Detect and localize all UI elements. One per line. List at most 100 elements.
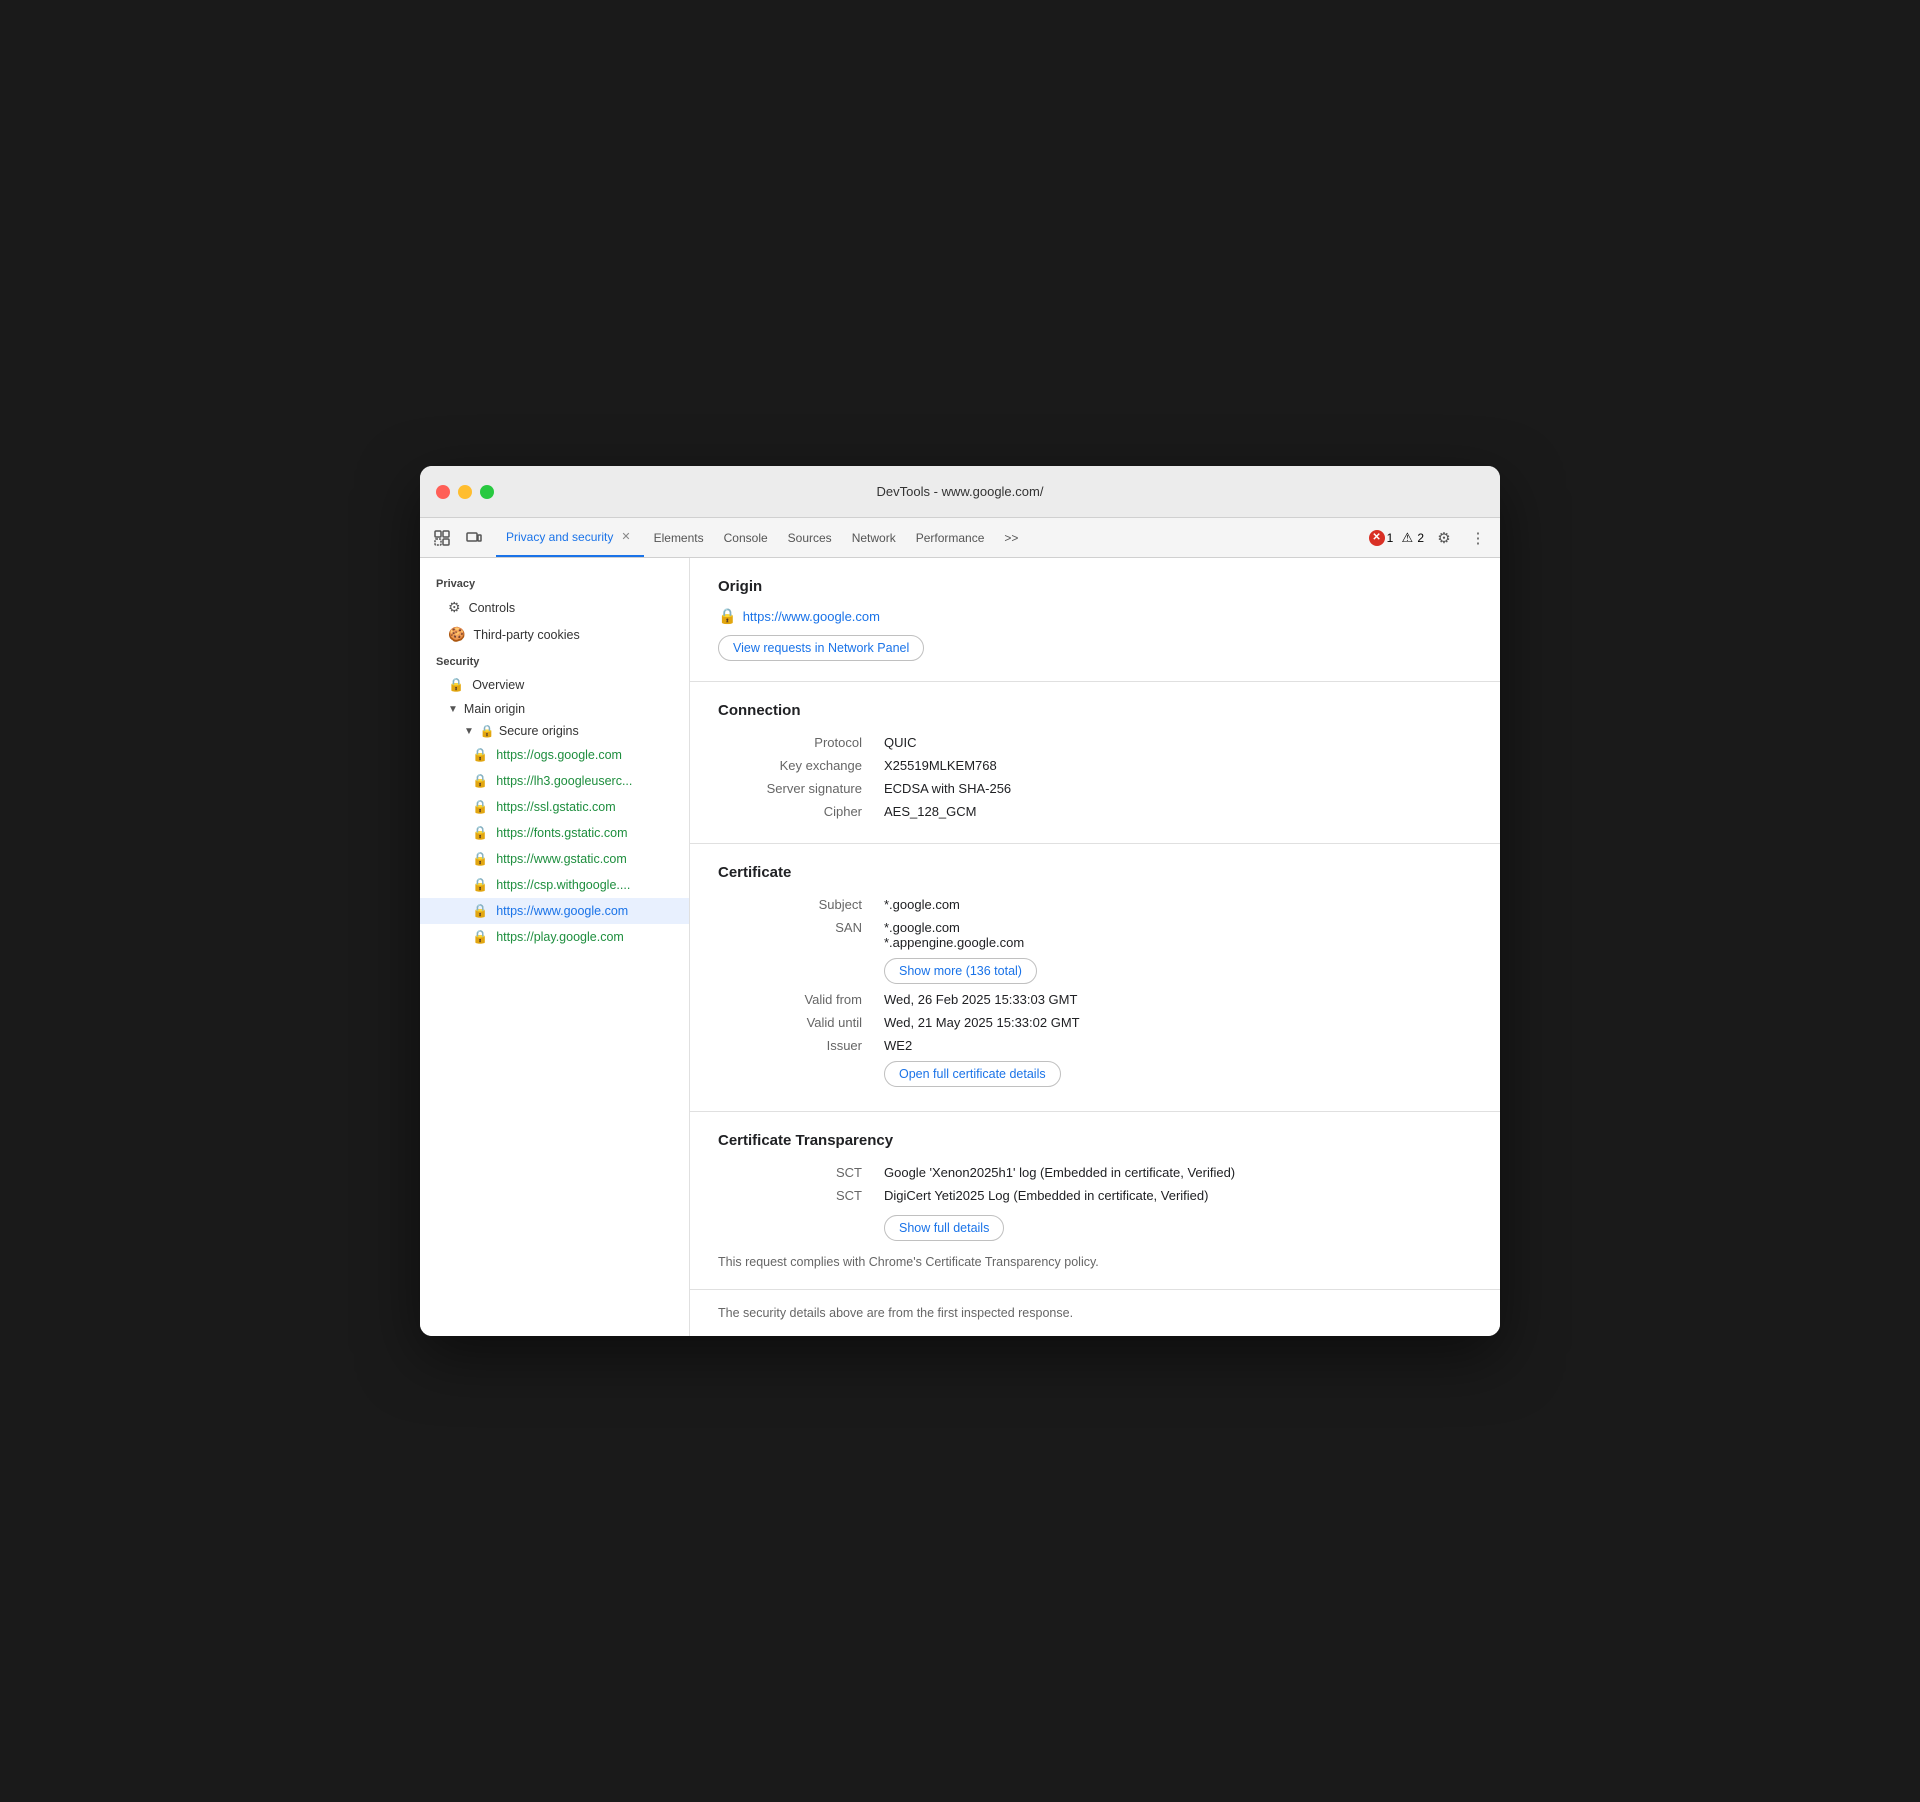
connection-title: Connection	[718, 702, 1472, 719]
tab-bar-tools	[428, 518, 496, 557]
secure-origins-lock-icon: 🔒	[480, 724, 495, 738]
tab-more[interactable]: >>	[994, 518, 1028, 557]
cipher-label: Cipher	[718, 800, 878, 823]
view-requests-button[interactable]: View requests in Network Panel	[718, 635, 924, 661]
server-signature-value: ECDSA with SHA-256	[878, 777, 1472, 800]
sct1-value: Google 'Xenon2025h1' log (Embedded in ce…	[878, 1161, 1472, 1184]
sidebar: Privacy ⚙ Controls 🍪 Third-party cookies…	[420, 558, 690, 1336]
warning-count: 2	[1417, 531, 1424, 545]
show-full-details-cell: Show full details	[878, 1207, 1472, 1245]
sidebar-item-overview[interactable]: 🔒 Overview	[420, 672, 689, 698]
origin-lock-icon: 🔒	[718, 607, 737, 625]
close-button[interactable]	[436, 485, 450, 499]
sidebar-origin-6[interactable]: 🔒 https://www.google.com	[420, 898, 689, 924]
sidebar-origin-5[interactable]: 🔒 https://csp.withgoogle....	[420, 872, 689, 898]
subject-value: *.google.com	[878, 893, 1472, 916]
privacy-section-label: Privacy	[420, 570, 689, 594]
tab-label: Performance	[916, 531, 985, 545]
cipher-row: Cipher AES_128_GCM	[718, 800, 1472, 823]
error-badge[interactable]: ✕ 1	[1369, 530, 1394, 546]
issuer-row: Issuer WE2 Open full certificate details	[718, 1034, 1472, 1091]
tab-label: Elements	[654, 531, 704, 545]
show-full-details-button[interactable]: Show full details	[884, 1215, 1004, 1241]
san-value2-text: *.appengine.google.com	[884, 935, 1466, 950]
tab-performance[interactable]: Performance	[906, 518, 995, 557]
issuer-value-text: WE2	[884, 1038, 1466, 1053]
origin-url-3: https://fonts.gstatic.com	[496, 826, 627, 840]
security-section-label: Security	[420, 648, 689, 672]
sidebar-origin-0[interactable]: 🔒 https://ogs.google.com	[420, 742, 689, 768]
tab-label: Network	[852, 531, 896, 545]
origin-title: Origin	[718, 578, 1472, 595]
san-label: SAN	[718, 916, 878, 988]
valid-until-row: Valid until Wed, 21 May 2025 15:33:02 GM…	[718, 1011, 1472, 1034]
settings-button[interactable]: ⚙	[1430, 524, 1458, 552]
title-bar: DevTools - www.google.com/	[420, 466, 1500, 518]
overview-label: Overview	[472, 678, 524, 692]
tab-label: >>	[1004, 531, 1018, 545]
certificate-table: Subject *.google.com SAN *.google.com *.…	[718, 893, 1472, 1091]
tab-console[interactable]: Console	[714, 518, 778, 557]
sidebar-origin-1[interactable]: 🔒 https://lh3.googleuserc...	[420, 768, 689, 794]
issuer-label: Issuer	[718, 1034, 878, 1091]
minimize-button[interactable]	[458, 485, 472, 499]
show-more-san-button[interactable]: Show more (136 total)	[884, 958, 1037, 984]
key-exchange-value: X25519MLKEM768	[878, 754, 1472, 777]
arrow-down-icon: ▼	[448, 704, 458, 715]
origin-url-1: https://lh3.googleuserc...	[496, 774, 632, 788]
sidebar-origin-4[interactable]: 🔒 https://www.gstatic.com	[420, 846, 689, 872]
responsive-icon[interactable]	[460, 524, 488, 552]
cookie-icon: 🍪	[448, 626, 465, 643]
main-origin-label: Main origin	[464, 702, 525, 716]
origin-url-2: https://ssl.gstatic.com	[496, 800, 615, 814]
valid-from-value: Wed, 26 Feb 2025 15:33:03 GMT	[878, 988, 1472, 1011]
sidebar-origin-2[interactable]: 🔒 https://ssl.gstatic.com	[420, 794, 689, 820]
sidebar-main-origin[interactable]: ▼ Main origin	[420, 698, 689, 720]
tab-close-icon[interactable]: ✕	[618, 529, 633, 544]
devtools-window: DevTools - www.google.com/ Privacy and	[420, 466, 1500, 1336]
traffic-lights	[436, 485, 494, 499]
sct2-label: SCT	[718, 1184, 878, 1207]
origin-lock-icon-1: 🔒	[472, 773, 488, 789]
error-count: 1	[1387, 531, 1394, 545]
third-party-cookies-label: Third-party cookies	[473, 628, 579, 642]
key-exchange-row: Key exchange X25519MLKEM768	[718, 754, 1472, 777]
open-cert-details-button[interactable]: Open full certificate details	[884, 1061, 1061, 1087]
controls-icon: ⚙	[448, 599, 461, 616]
sidebar-origin-7[interactable]: 🔒 https://play.google.com	[420, 924, 689, 950]
origin-url-5: https://csp.withgoogle....	[496, 878, 630, 892]
origin-lock-icon-3: 🔒	[472, 825, 488, 841]
sct1-label: SCT	[718, 1161, 878, 1184]
origin-lock-icon: 🔒	[472, 747, 488, 763]
origin-lock-icon-6: 🔒	[472, 903, 488, 919]
sidebar-origin-3[interactable]: 🔒 https://fonts.gstatic.com	[420, 820, 689, 846]
window-title: DevTools - www.google.com/	[877, 484, 1044, 499]
show-full-details-row: Show full details	[718, 1207, 1472, 1245]
tab-label: Sources	[788, 531, 832, 545]
maximize-button[interactable]	[480, 485, 494, 499]
controls-label: Controls	[469, 601, 516, 615]
tab-bar-right: ✕ 1 ⚠ 2 ⚙ ⋮	[1369, 518, 1492, 557]
content-panel: Origin 🔒 https://www.google.com View req…	[690, 558, 1500, 1336]
sidebar-item-controls[interactable]: ⚙ Controls	[420, 594, 689, 621]
warning-icon: ⚠	[1399, 530, 1415, 546]
certificate-section: Certificate Subject *.google.com SAN *.g…	[690, 844, 1500, 1112]
cipher-value: AES_128_GCM	[878, 800, 1472, 823]
san-row-1: SAN *.google.com *.appengine.google.com …	[718, 916, 1472, 988]
connection-section: Connection Protocol QUIC Key exchange X2…	[690, 682, 1500, 844]
sct2-row: SCT DigiCert Yeti2025 Log (Embedded in c…	[718, 1184, 1472, 1207]
inspect-icon[interactable]	[428, 524, 456, 552]
subject-row: Subject *.google.com	[718, 893, 1472, 916]
warning-badge[interactable]: ⚠ 2	[1399, 530, 1424, 546]
valid-from-label: Valid from	[718, 988, 878, 1011]
tab-network[interactable]: Network	[842, 518, 906, 557]
tab-sources[interactable]: Sources	[778, 518, 842, 557]
more-options-button[interactable]: ⋮	[1464, 524, 1492, 552]
transparency-title: Certificate Transparency	[718, 1132, 1472, 1149]
sidebar-item-third-party-cookies[interactable]: 🍪 Third-party cookies	[420, 621, 689, 648]
certificate-title: Certificate	[718, 864, 1472, 881]
arrow-down-icon-2: ▼	[464, 726, 474, 737]
tab-privacy-security[interactable]: Privacy and security ✕	[496, 518, 644, 557]
sidebar-secure-origins[interactable]: ▼ 🔒 Secure origins	[420, 720, 689, 742]
tab-elements[interactable]: Elements	[644, 518, 714, 557]
